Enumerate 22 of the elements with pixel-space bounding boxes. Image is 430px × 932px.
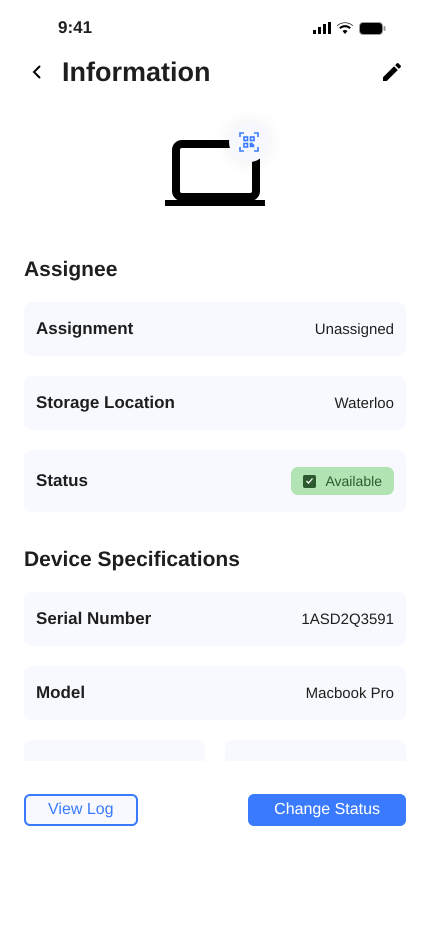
row-value: Waterloo xyxy=(334,394,394,412)
view-log-button[interactable]: View Log xyxy=(24,794,138,826)
change-status-button[interactable]: Change Status xyxy=(248,794,406,826)
row-label: Assignment xyxy=(36,319,134,339)
row-label: Status xyxy=(36,471,88,491)
section-heading: Assignee xyxy=(24,258,118,282)
status-time: 9:41 xyxy=(58,18,92,38)
row-value: 1ASD2Q3591 xyxy=(301,610,394,628)
row-value: Unassigned xyxy=(314,320,394,338)
qr-code-icon xyxy=(239,132,259,152)
status-badge: Available xyxy=(291,467,394,495)
section-heading: Device Specifications xyxy=(24,548,241,572)
qr-code-button[interactable] xyxy=(229,122,269,162)
page-title: Information xyxy=(62,56,212,88)
signal-icon xyxy=(313,22,331,34)
row-label: Serial Number xyxy=(36,609,152,629)
row-label: Storage Location xyxy=(36,393,175,413)
row-label: Model xyxy=(36,683,86,703)
edit-button[interactable] xyxy=(380,60,404,84)
battery-icon xyxy=(359,22,386,34)
wifi-icon xyxy=(337,22,353,34)
row-value: Macbook Pro xyxy=(306,684,394,702)
